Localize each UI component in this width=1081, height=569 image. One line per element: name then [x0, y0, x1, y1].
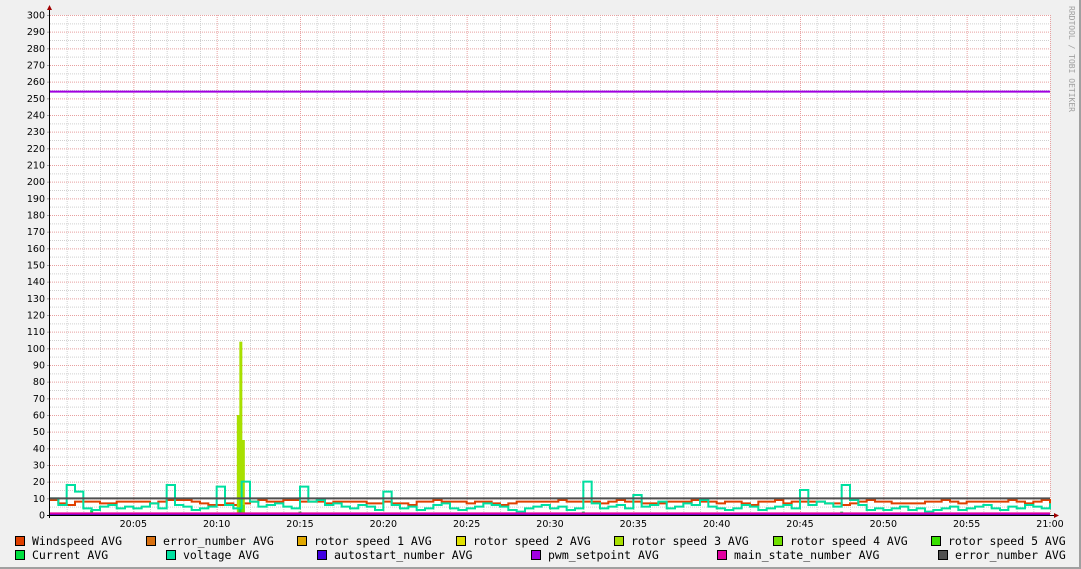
rrd-graph: 0 10 20 30 40 50 60 70 80 90 100 110 120 130 140 150 160…	[0, 0, 1081, 569]
legend-item-current: Current AVG	[15, 548, 108, 562]
legend-label: rotor speed 5 AVG	[948, 534, 1066, 548]
legend-label: Current AVG	[32, 548, 109, 562]
y-tick-label: 210	[27, 161, 45, 172]
legend-label: pwm_setpoint AVG	[548, 548, 659, 562]
y-tick-label: 220	[27, 144, 45, 155]
legend-item-error-number: error_number AVG	[146, 534, 274, 548]
legend-swatch	[15, 536, 25, 546]
y-tick-label: 80	[33, 377, 45, 388]
y-tick-label: 240	[27, 111, 45, 122]
legend-item-rotor-speed-3: rotor speed 3 AVG	[614, 534, 749, 548]
legend-item-error-number-2: error_number AVG	[938, 548, 1066, 562]
legend-label: error_number AVG	[163, 534, 274, 548]
legend-label: rotor speed 3 AVG	[631, 534, 749, 548]
y-tick-label: 300	[27, 11, 45, 22]
y-tick-label: 40	[33, 444, 45, 455]
y-tick-label: 150	[27, 261, 45, 272]
y-tick-label: 170	[27, 227, 45, 238]
grid	[50, 15, 1051, 515]
legend-label: rotor speed 2 AVG	[473, 534, 591, 548]
x-tick-label: 20:20	[370, 519, 397, 530]
y-tick-label: 90	[33, 361, 45, 372]
legend-swatch	[773, 536, 783, 546]
legend-swatch	[146, 536, 156, 546]
y-tick-label: 110	[27, 327, 45, 338]
y-tick-label: 160	[27, 244, 45, 255]
x-tick-label: 20:30	[536, 519, 563, 530]
legend-label: error_number AVG	[955, 548, 1066, 562]
x-axis-arrow-icon	[1054, 513, 1059, 518]
legend-swatch	[15, 550, 25, 560]
legend-item-windspeed: Windspeed AVG	[15, 534, 122, 548]
y-tick-label: 30	[33, 461, 45, 472]
legend-swatch	[456, 536, 466, 546]
y-tick-label: 60	[33, 411, 45, 422]
legend-label: rotor speed 4 AVG	[790, 534, 908, 548]
legend-label: Windspeed AVG	[32, 534, 123, 548]
y-tick-label: 250	[27, 94, 45, 105]
y-tick-label: 140	[27, 277, 45, 288]
y-tick-label: 70	[33, 394, 45, 405]
x-tick-label: 20:05	[120, 519, 147, 530]
y-tick-label: 290	[27, 27, 45, 38]
x-tick-label: 20:50	[870, 519, 897, 530]
legend-swatch	[938, 550, 948, 560]
y-tick-label: 50	[33, 427, 45, 438]
y-tick-label: 260	[27, 77, 45, 88]
x-tick-label: 21:00	[1036, 519, 1063, 530]
legend-item-voltage: voltage AVG	[166, 548, 259, 562]
legend-item-rotor-speed-4: rotor speed 4 AVG	[773, 534, 908, 548]
y-tick-label: 130	[27, 294, 45, 305]
x-tick-label: 20:15	[286, 519, 313, 530]
legend-label: autostart_number AVG	[334, 548, 473, 562]
legend-item-main-state-number: main_state_number AVG	[717, 548, 879, 562]
y-tick-label: 120	[27, 311, 45, 322]
legend-label: voltage AVG	[183, 548, 260, 562]
y-tick-label: 190	[27, 194, 45, 205]
legend-swatch	[297, 536, 307, 546]
y-tick-label: 180	[27, 211, 45, 222]
x-tick-label: 20:25	[453, 519, 480, 530]
legend-swatch	[614, 536, 624, 546]
y-axis-arrow-icon	[47, 5, 52, 10]
legend-swatch	[931, 536, 941, 546]
y-tick-label: 200	[27, 177, 45, 188]
watermark: RRDTOOL / TOBI OETIKER	[1067, 6, 1076, 112]
legend-item-autostart-number: autostart_number AVG	[317, 548, 472, 562]
y-tick-label: 100	[27, 344, 45, 355]
y-tick-label: 270	[27, 61, 45, 72]
y-tick-label: 20	[33, 477, 45, 488]
legend-label: rotor speed 1 AVG	[314, 534, 432, 548]
legend-swatch	[531, 550, 541, 560]
legend-label: main_state_number AVG	[734, 548, 880, 562]
x-tick-label: 20:10	[203, 519, 230, 530]
legend-swatch	[717, 550, 727, 560]
x-tick-label: 20:40	[703, 519, 730, 530]
x-tick-label: 20:55	[953, 519, 980, 530]
legend-item-pwm-setpoint: pwm_setpoint AVG	[531, 548, 659, 562]
y-tick-label: 230	[27, 127, 45, 138]
legend-item-rotor-speed-5: rotor speed 5 AVG	[931, 534, 1066, 548]
legend-item-rotor-speed-1: rotor speed 1 AVG	[297, 534, 432, 548]
y-tick-label: 0	[39, 511, 45, 522]
legend-swatch	[166, 550, 176, 560]
x-tick-label: 20:45	[786, 519, 813, 530]
y-tick-label: 280	[27, 44, 45, 55]
y-tick-label: 10	[33, 494, 45, 505]
legend-item-rotor-speed-2: rotor speed 2 AVG	[456, 534, 591, 548]
chart-canvas: 0 10 20 30 40 50 60 70 80 90 100 110 120 130 140 150 160…	[27, 5, 1076, 530]
x-tick-label: 20:35	[620, 519, 647, 530]
legend-swatch	[317, 550, 327, 560]
